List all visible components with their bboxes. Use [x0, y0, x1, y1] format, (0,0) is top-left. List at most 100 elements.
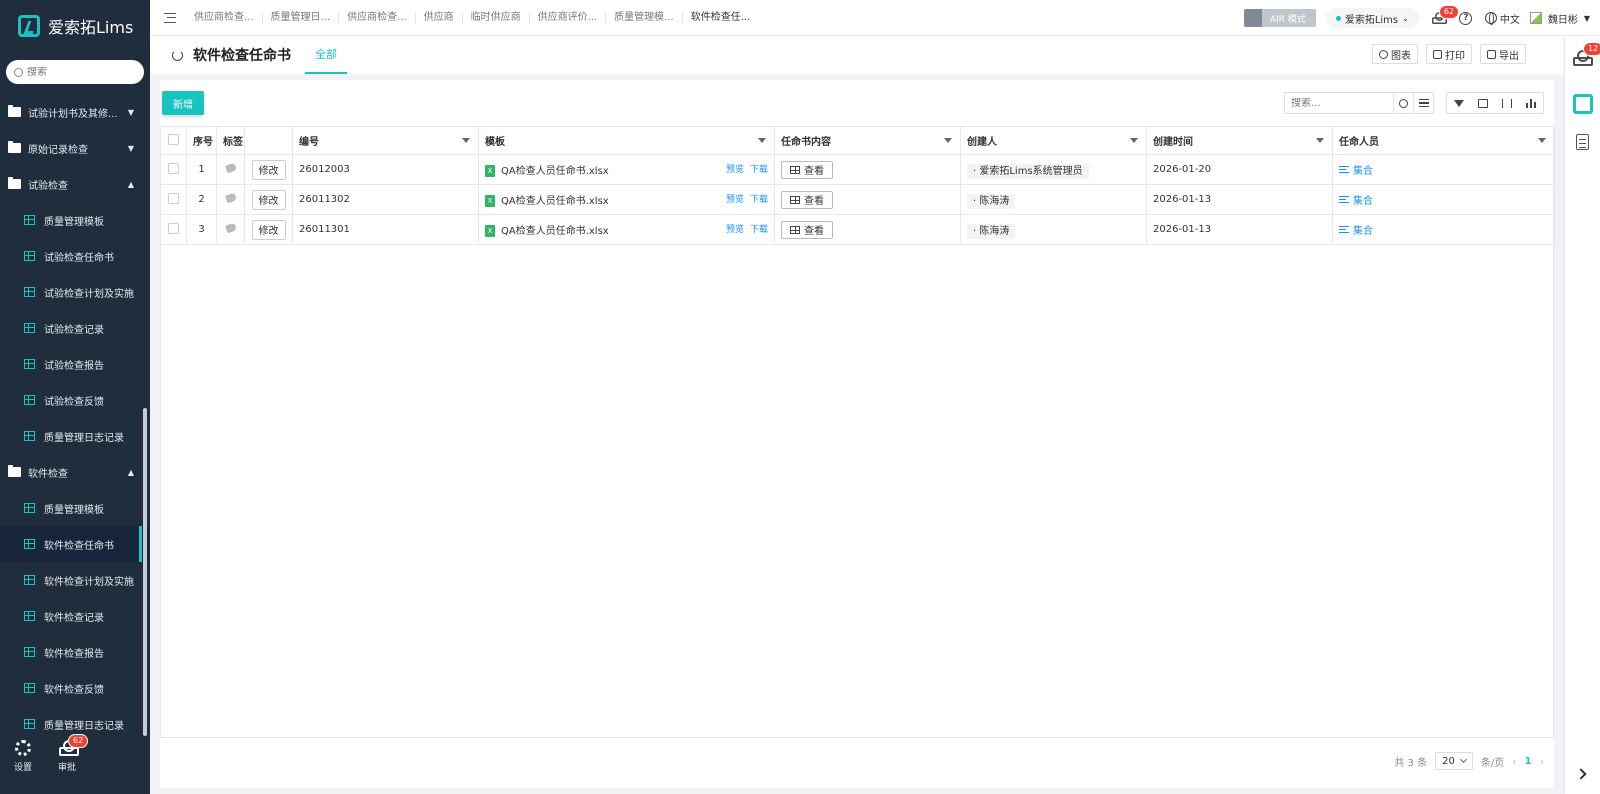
- page-size-select[interactable]: 20: [1435, 752, 1473, 770]
- sidebar-group-0[interactable]: 试验计划书及其修... ▼: [0, 94, 150, 130]
- dock-approval-button[interactable]: 12: [1573, 42, 1600, 70]
- air-mode-toggle[interactable]: AIR 模式: [1243, 9, 1316, 27]
- col-template[interactable]: 模板: [478, 126, 775, 155]
- col-content[interactable]: 任命书内容: [774, 126, 961, 155]
- caret-down-icon[interactable]: [944, 138, 952, 143]
- sidebar-search-input[interactable]: [27, 66, 127, 78]
- sidebar-group-1[interactable]: 原始记录检查 ▼: [0, 130, 150, 166]
- tab-item-current[interactable]: 软件检查任...: [683, 12, 759, 24]
- select-all-checkbox[interactable]: [168, 133, 179, 145]
- tag-icon[interactable]: [224, 162, 237, 174]
- sidebar-search[interactable]: [6, 60, 144, 84]
- approval-button[interactable]: 审批 62: [52, 734, 89, 788]
- tab-item[interactable]: 质量管理日...: [263, 11, 340, 24]
- notification-button[interactable]: 62: [1429, 5, 1460, 27]
- view-button[interactable]: 查看: [781, 190, 833, 209]
- download-link[interactable]: 下载: [750, 225, 768, 235]
- app-logo[interactable]: 爱索拓Lims: [0, 0, 150, 52]
- sidebar-group-2[interactable]: 试验检查 ▲: [0, 166, 150, 202]
- tab-all[interactable]: 全部: [305, 36, 347, 74]
- sidebar-item[interactable]: 软件检查反馈: [0, 670, 150, 706]
- sidebar-item-active[interactable]: 软件检查任命书: [0, 526, 150, 562]
- col-created[interactable]: 创建时间: [1146, 126, 1333, 155]
- tab-item[interactable]: 供应商检查...: [186, 11, 263, 24]
- preview-link[interactable]: 预览: [726, 165, 744, 175]
- tab-item[interactable]: 质量管理模...: [606, 11, 683, 24]
- row-tag-cell[interactable]: [216, 184, 245, 215]
- row-checkbox[interactable]: [168, 222, 179, 234]
- current-page[interactable]: 1: [1525, 756, 1532, 767]
- menu-toggle-icon[interactable]: [164, 12, 176, 23]
- row-checkbox[interactable]: [168, 192, 179, 204]
- table-row[interactable]: 2 修改 26011302 X QA检查人员任命书.xlsx 预览 下载 查看 · 陈…: [160, 184, 1555, 215]
- sidebar-item[interactable]: 试验检查任命书: [0, 238, 150, 274]
- view-button[interactable]: 查看: [781, 220, 833, 239]
- table-search-input[interactable]: [1285, 97, 1393, 109]
- help-button[interactable]: ?: [1457, 9, 1475, 27]
- sidebar-item[interactable]: 软件检查记录: [0, 598, 150, 634]
- preview-link[interactable]: 预览: [726, 225, 744, 235]
- tab-item[interactable]: 供应商检查...: [339, 11, 416, 24]
- row-select-cell[interactable]: [160, 184, 187, 215]
- template-file-name[interactable]: QA检查人员任命书.xlsx: [501, 226, 609, 237]
- row-tag-cell[interactable]: [216, 154, 245, 185]
- edit-button[interactable]: 修改: [251, 219, 286, 240]
- brand-icon[interactable]: [1573, 94, 1593, 114]
- template-file-name[interactable]: QA检查人员任命书.xlsx: [501, 196, 609, 207]
- sidebar-item[interactable]: 试验检查报告: [0, 346, 150, 382]
- language-switch[interactable]: 中文: [1484, 11, 1520, 26]
- export-button[interactable]: 导出: [1480, 44, 1526, 64]
- caret-down-icon[interactable]: [1130, 138, 1138, 143]
- tab-item[interactable]: 临时供应商: [463, 11, 530, 24]
- caret-down-icon[interactable]: [462, 138, 470, 143]
- sidebar-group-3[interactable]: 软件检查 ▲: [0, 454, 150, 490]
- user-menu[interactable]: 魏日彬 ▼: [1529, 11, 1590, 26]
- download-link[interactable]: 下载: [750, 195, 768, 205]
- stats-button[interactable]: [1519, 93, 1543, 113]
- chevron-right-icon[interactable]: [1575, 768, 1587, 780]
- add-button[interactable]: 新增: [162, 91, 204, 115]
- sidebar-item[interactable]: 质量管理模板: [0, 202, 150, 238]
- table-row[interactable]: 3 修改 26011301 X QA检查人员任命书.xlsx 预览 下载 查看 · 陈…: [160, 214, 1555, 245]
- document-icon[interactable]: [1576, 134, 1589, 150]
- print-button[interactable]: 打印: [1426, 44, 1472, 64]
- collection-link[interactable]: 集合: [1339, 222, 1373, 237]
- select-all-cell[interactable]: [160, 126, 187, 155]
- sidebar-item[interactable]: 质量管理日志记录: [0, 418, 150, 454]
- next-page-icon[interactable]: ›: [1540, 755, 1544, 768]
- refresh-icon[interactable]: [172, 49, 183, 61]
- chart-button[interactable]: 图表: [1372, 44, 1418, 64]
- template-file-name[interactable]: QA检查人员任命书.xlsx: [501, 166, 609, 177]
- advanced-search-button[interactable]: [1413, 93, 1433, 113]
- preview-link[interactable]: 预览: [726, 195, 744, 205]
- filter-button[interactable]: [1447, 93, 1471, 113]
- row-tag-cell[interactable]: [216, 214, 245, 245]
- tag-icon[interactable]: [224, 192, 237, 204]
- col-appointees[interactable]: 任命人员: [1332, 126, 1555, 155]
- sidebar-item[interactable]: 试验检查计划及实施: [0, 274, 150, 310]
- row-checkbox[interactable]: [168, 162, 179, 174]
- sidebar-item[interactable]: 质量管理模板: [0, 490, 150, 526]
- environment-select[interactable]: 爱索拓Lims ⌄: [1325, 8, 1419, 28]
- caret-down-icon[interactable]: [758, 138, 766, 143]
- prev-page-icon[interactable]: ‹: [1512, 755, 1516, 768]
- sidebar-scrollbar[interactable]: [143, 408, 147, 736]
- col-code[interactable]: 编号: [292, 126, 479, 155]
- sidebar-item[interactable]: 软件检查报告: [0, 634, 150, 670]
- tab-item[interactable]: 供应商评价...: [530, 11, 607, 24]
- tag-icon[interactable]: [224, 222, 237, 234]
- row-select-cell[interactable]: [160, 214, 187, 245]
- columns-button[interactable]: [1471, 93, 1495, 113]
- sidebar-item[interactable]: 试验检查反馈: [0, 382, 150, 418]
- settings-button[interactable]: 设置: [8, 740, 38, 788]
- edit-button[interactable]: 修改: [251, 159, 286, 180]
- row-select-cell[interactable]: [160, 154, 187, 185]
- collection-link[interactable]: 集合: [1339, 162, 1373, 177]
- caret-down-icon[interactable]: [1316, 138, 1324, 143]
- sort-button[interactable]: [1495, 93, 1519, 113]
- sidebar-item[interactable]: 软件检查计划及实施: [0, 562, 150, 598]
- collection-link[interactable]: 集合: [1339, 192, 1373, 207]
- edit-button[interactable]: 修改: [251, 189, 286, 210]
- view-button[interactable]: 查看: [781, 160, 833, 179]
- tab-item[interactable]: 供应商: [416, 11, 463, 24]
